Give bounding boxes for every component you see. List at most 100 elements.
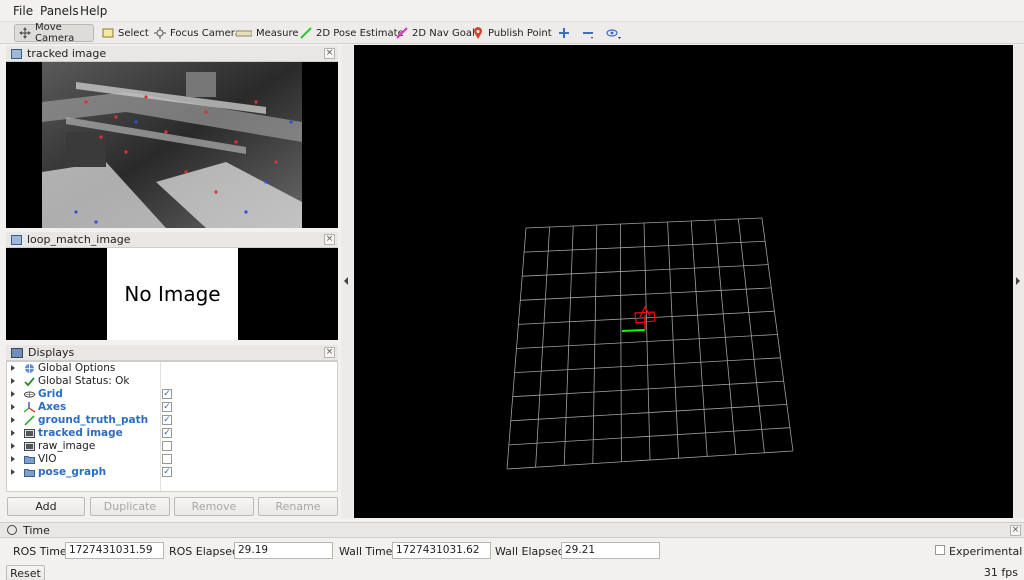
grid-icon: [24, 389, 35, 400]
tracked-image-panel-header: tracked image ×: [6, 46, 338, 62]
menu-file[interactable]: File: [13, 4, 33, 18]
ros-elapsed-label: ROS Elapsed:: [169, 545, 243, 558]
expand-arrow-icon[interactable]: [11, 378, 15, 384]
axis-y-line: [621, 329, 646, 332]
path-icon: [24, 415, 35, 426]
wall-time-field[interactable]: 1727431031.62: [392, 542, 491, 559]
panel-title: loop_match_image: [27, 233, 131, 246]
map-pin-icon: [472, 27, 484, 39]
monitor-icon: [11, 347, 23, 358]
right-splitter[interactable]: [1013, 45, 1024, 518]
measure-button[interactable]: Measure: [232, 24, 303, 42]
axes-icon: [23, 402, 36, 413]
display-item-label: pose_graph: [38, 466, 107, 478]
reset-button[interactable]: Reset: [6, 565, 45, 580]
no-image-placeholder: No Image: [107, 248, 238, 340]
remove-tool-button[interactable]: [578, 24, 598, 42]
close-icon[interactable]: ×: [324, 234, 335, 245]
display-enabled-checkbox[interactable]: ✓: [162, 389, 172, 399]
rename-display-button[interactable]: Rename: [258, 497, 338, 516]
select-button[interactable]: Select: [98, 24, 153, 42]
close-icon[interactable]: ×: [1010, 525, 1021, 536]
ruler-icon: [235, 27, 253, 39]
displays-tree: Global Options Global Status: Ok Grid ✓ …: [6, 361, 338, 492]
display-item-global-status[interactable]: Global Status: Ok: [7, 375, 337, 388]
experimental-checkbox[interactable]: [935, 545, 945, 555]
close-icon[interactable]: ×: [324, 48, 335, 59]
move-camera-button[interactable]: Move Camera: [14, 22, 94, 44]
display-item-axes[interactable]: Axes ✓: [7, 401, 337, 414]
wall-elapsed-field[interactable]: 29.21: [561, 542, 660, 559]
loop-match-view: No Image: [6, 248, 338, 340]
fps-readout: 31 fps: [983, 566, 1018, 579]
display-item-pose-graph[interactable]: pose_graph ✓: [7, 466, 337, 479]
focus-camera-button[interactable]: Focus Camera: [150, 24, 245, 42]
display-item-tracked-image[interactable]: tracked image ✓: [7, 427, 337, 440]
display-enabled-checkbox[interactable]: ✓: [162, 467, 172, 477]
grid-line: [738, 218, 765, 453]
window-icon: [11, 234, 22, 245]
window-icon: [11, 48, 22, 59]
select-icon: [102, 27, 114, 39]
collapse-left-icon[interactable]: [344, 277, 348, 285]
image-icon: [24, 441, 35, 452]
move-camera-label: Move Camera: [35, 22, 75, 44]
expand-arrow-icon[interactable]: [11, 430, 15, 436]
green-arrow-icon: [300, 27, 312, 39]
menu-help[interactable]: Help: [80, 4, 107, 18]
panel-title: tracked image: [27, 47, 107, 60]
folder-icon: [24, 467, 35, 478]
panel-title: Displays: [28, 346, 75, 359]
display-enabled-checkbox[interactable]: ✓: [162, 428, 172, 438]
expand-arrow-icon[interactable]: [11, 404, 15, 410]
ros-time-field[interactable]: 1727431031.59: [65, 542, 164, 559]
add-display-button[interactable]: Add: [7, 497, 85, 516]
expand-arrow-icon[interactable]: [11, 391, 15, 397]
menu-panels[interactable]: Panels: [40, 4, 79, 18]
display-item-label: Global Options: [38, 362, 116, 374]
display-item-ground-truth-path[interactable]: ground_truth_path ✓: [7, 414, 337, 427]
left-splitter[interactable]: [341, 45, 353, 518]
display-enabled-checkbox[interactable]: ✓: [162, 415, 172, 425]
display-item-raw-image[interactable]: raw_image: [7, 440, 337, 453]
clock-icon: [7, 525, 17, 535]
remove-display-button[interactable]: Remove: [174, 497, 254, 516]
display-item-global-options[interactable]: Global Options: [7, 362, 337, 375]
display-enabled-checkbox[interactable]: [162, 441, 172, 451]
ros-time-label: ROS Time:: [13, 545, 71, 558]
check-icon: [24, 376, 35, 387]
toolbar: Move Camera Select Focus Camera Measure …: [0, 22, 1024, 44]
display-item-label: Global Status: Ok: [38, 375, 130, 387]
expand-arrow-icon[interactable]: [11, 443, 15, 449]
publish-point-button[interactable]: Publish Point: [468, 24, 556, 42]
grid-display: [506, 217, 794, 470]
expand-arrow-icon[interactable]: [11, 365, 15, 371]
expand-arrow-icon[interactable]: [11, 456, 15, 462]
display-item-label: raw_image: [38, 440, 96, 452]
expand-arrow-icon[interactable]: [11, 417, 15, 423]
ros-elapsed-field[interactable]: 29.19: [234, 542, 333, 559]
display-enabled-checkbox[interactable]: [162, 454, 172, 464]
minus-icon: [582, 27, 594, 39]
view-tool-button[interactable]: [602, 24, 626, 42]
plus-icon: [558, 27, 570, 39]
pose-estimate-button[interactable]: 2D Pose Estimate: [296, 24, 408, 42]
menu-bar: File Panels Help: [0, 0, 1024, 22]
grid-line: [761, 217, 794, 452]
experimental-label: Experimental: [949, 545, 1023, 558]
duplicate-display-button[interactable]: Duplicate: [90, 497, 170, 516]
display-enabled-checkbox[interactable]: ✓: [162, 402, 172, 412]
wall-elapsed-label: Wall Elapsed:: [495, 545, 569, 558]
image-icon: [24, 428, 35, 439]
3d-viewport[interactable]: [354, 45, 1013, 518]
add-tool-button[interactable]: [554, 24, 574, 42]
tracked-camera-frame: [6, 62, 338, 228]
display-item-vio[interactable]: VIO: [7, 453, 337, 466]
close-icon[interactable]: ×: [324, 347, 335, 358]
nav-goal-button[interactable]: 2D Nav Goal: [392, 24, 479, 42]
tracked-image-view: [6, 62, 338, 228]
focus-camera-label: Focus Camera: [170, 27, 241, 39]
expand-arrow-icon[interactable]: [11, 469, 15, 475]
display-item-grid[interactable]: Grid ✓: [7, 388, 337, 401]
collapse-right-icon[interactable]: [1016, 277, 1020, 285]
